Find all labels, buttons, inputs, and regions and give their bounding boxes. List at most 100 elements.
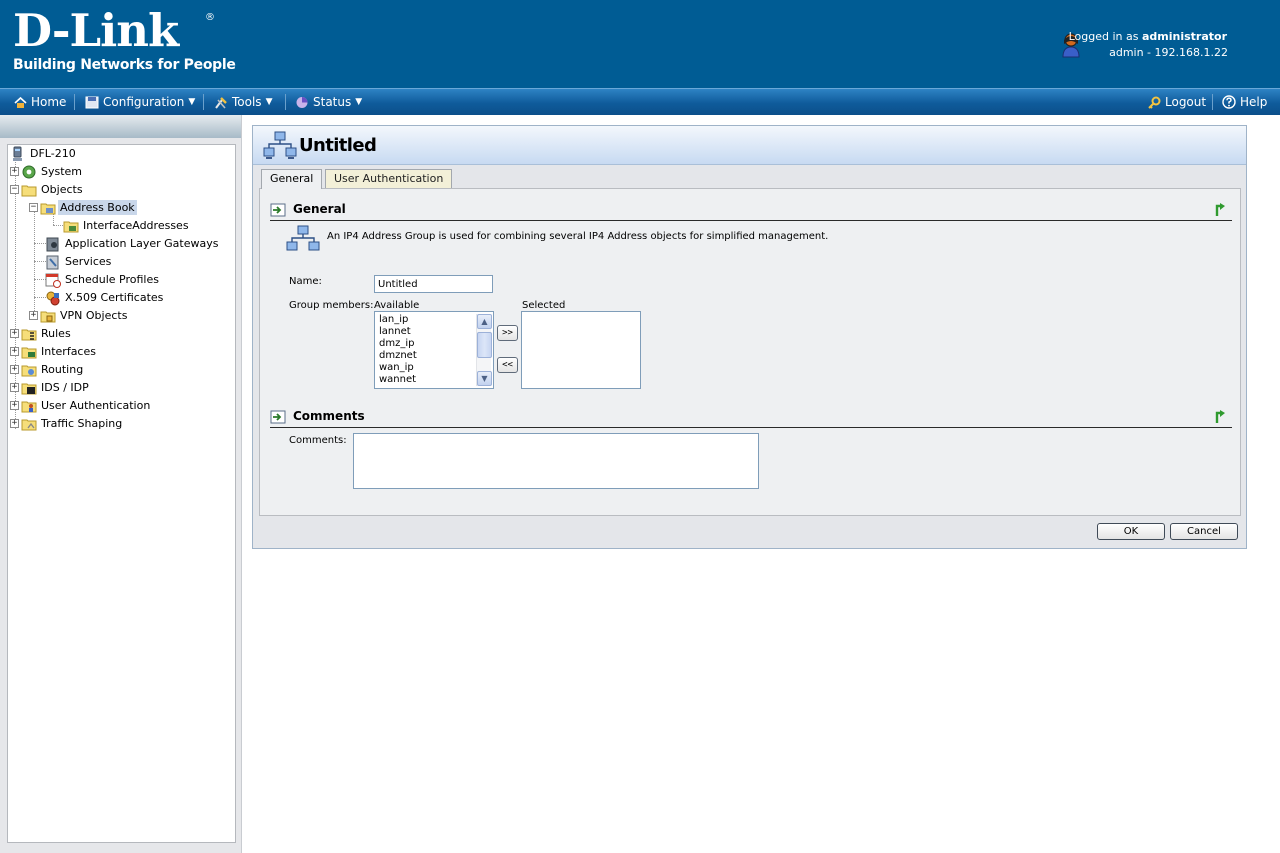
chevron-down-icon: ▼ bbox=[355, 97, 363, 107]
tree-item-ids-idp[interactable]: + IDS / IDP bbox=[10, 379, 91, 396]
section-arrow-icon bbox=[270, 410, 286, 424]
expand-icon[interactable]: + bbox=[10, 329, 19, 338]
dlink-logo: D-Link bbox=[13, 4, 179, 57]
section-description: An IP4 Address Group is used for combini… bbox=[327, 231, 829, 242]
selected-members-list[interactable] bbox=[521, 311, 641, 389]
interfaces-folder-icon bbox=[21, 347, 37, 358]
tree-item-schedule-profiles[interactable]: Schedule Profiles bbox=[45, 271, 161, 288]
nav-help[interactable]: Help bbox=[1222, 89, 1267, 115]
expand-icon[interactable]: + bbox=[10, 419, 19, 428]
address-folder-icon bbox=[63, 221, 79, 232]
available-label: Available bbox=[374, 300, 420, 311]
tree-item-alg[interactable]: Application Layer Gateways bbox=[45, 235, 220, 252]
tree-connector bbox=[53, 225, 63, 226]
address-group-icon bbox=[286, 225, 320, 251]
traffic-folder-icon bbox=[21, 419, 37, 430]
tree-item-user-authentication[interactable]: + User Authentication bbox=[10, 397, 152, 414]
page-title: Untitled bbox=[299, 135, 377, 156]
address-book-folder-icon bbox=[40, 203, 56, 214]
collapse-icon[interactable]: − bbox=[29, 203, 38, 212]
cancel-button[interactable]: Cancel bbox=[1170, 523, 1238, 540]
tree-root-dfl-210[interactable]: DFL-210 bbox=[10, 145, 78, 162]
available-members-list[interactable]: lan_ip lannet dmz_ip dmznet wan_ip wanne… bbox=[374, 311, 494, 389]
list-option[interactable]: lan_ip bbox=[379, 314, 408, 326]
tree-item-routing[interactable]: + Routing bbox=[10, 361, 85, 378]
nav-home[interactable]: Home bbox=[14, 89, 66, 115]
tools-icon bbox=[215, 96, 227, 109]
expand-icon[interactable]: + bbox=[29, 311, 38, 320]
tree-item-certificates[interactable]: X.509 Certificates bbox=[45, 289, 165, 306]
edit-panel: Untitled General User Authentication Gen… bbox=[252, 125, 1247, 549]
logged-in-prefix: Logged in as bbox=[1068, 30, 1139, 43]
tree-item-services[interactable]: Services bbox=[45, 253, 113, 270]
tree-item-interface-addresses[interactable]: InterfaceAddresses bbox=[63, 217, 191, 234]
address-group-icon bbox=[263, 131, 297, 159]
remove-member-button[interactable]: << bbox=[497, 357, 518, 373]
nav-tools[interactable]: Tools ▼ bbox=[214, 89, 272, 115]
tree-label: Rules bbox=[41, 327, 71, 340]
services-icon bbox=[46, 255, 59, 269]
tab-content: General An IP4 Address Group is used for… bbox=[259, 188, 1241, 516]
tree-item-address-book[interactable]: − Address Book bbox=[29, 199, 137, 216]
gateway-icon bbox=[46, 237, 59, 251]
certificate-icon bbox=[46, 291, 60, 305]
logo-tagline: Building Networks for People bbox=[13, 57, 236, 73]
list-option[interactable]: lannet bbox=[379, 326, 411, 338]
section-general-title: General bbox=[293, 202, 346, 216]
vpn-folder-icon bbox=[40, 311, 56, 322]
nav-separator bbox=[285, 94, 286, 110]
tree-item-objects[interactable]: − Objects bbox=[10, 181, 85, 198]
nav-configuration[interactable]: Configuration ▼ bbox=[85, 89, 195, 115]
list-option[interactable]: wannet bbox=[379, 374, 416, 386]
list-option[interactable]: wan_ip bbox=[379, 362, 414, 374]
expand-icon[interactable]: + bbox=[10, 167, 19, 176]
tree-item-rules[interactable]: + Rules bbox=[10, 325, 73, 342]
tab-general[interactable]: General bbox=[261, 169, 323, 189]
name-label: Name: bbox=[289, 276, 322, 287]
scroll-down-icon[interactable]: ▼ bbox=[477, 371, 492, 386]
floppy-disk-icon bbox=[85, 96, 99, 108]
name-field[interactable] bbox=[374, 275, 493, 293]
chevron-down-icon: ▼ bbox=[188, 97, 196, 107]
scroll-up-icon[interactable]: ▲ bbox=[477, 314, 492, 329]
group-members-label: Group members: bbox=[289, 300, 374, 311]
tree-label: User Authentication bbox=[41, 399, 151, 412]
selected-label: Selected bbox=[522, 300, 566, 311]
nav-separator bbox=[1212, 94, 1213, 110]
tree-item-interfaces[interactable]: + Interfaces bbox=[10, 343, 98, 360]
nav-tools-label: Tools bbox=[232, 95, 262, 109]
tab-user-authentication[interactable]: User Authentication bbox=[325, 169, 453, 188]
list-option[interactable]: dmznet bbox=[379, 350, 417, 362]
nav-status[interactable]: Status ▼ bbox=[295, 89, 362, 115]
section-comments-title: Comments bbox=[293, 409, 365, 423]
home-icon bbox=[14, 96, 27, 108]
chevron-down-icon: ▼ bbox=[265, 97, 273, 107]
tree-label: Address Book bbox=[58, 200, 137, 215]
tree-label: Routing bbox=[41, 363, 84, 376]
comments-textarea[interactable] bbox=[353, 433, 759, 489]
device-icon bbox=[13, 146, 22, 161]
tree-label: InterfaceAddresses bbox=[83, 219, 189, 232]
tree-item-system[interactable]: + System bbox=[10, 163, 84, 180]
expand-icon[interactable]: + bbox=[10, 347, 19, 356]
panel-header-band bbox=[0, 115, 241, 138]
tree-label: System bbox=[41, 165, 83, 178]
tree-item-traffic-shaping[interactable]: + Traffic Shaping bbox=[10, 415, 124, 432]
nav-logout[interactable]: Logout bbox=[1148, 89, 1206, 115]
collapse-arrow-icon[interactable] bbox=[1214, 202, 1228, 218]
expand-icon[interactable]: + bbox=[10, 365, 19, 374]
expand-icon[interactable]: + bbox=[10, 401, 19, 410]
title-bar: Untitled bbox=[253, 126, 1246, 165]
list-scrollbar[interactable]: ▲ ▼ bbox=[476, 314, 492, 386]
expand-icon[interactable]: + bbox=[10, 383, 19, 392]
ok-button[interactable]: OK bbox=[1097, 523, 1165, 540]
add-member-button[interactable]: >> bbox=[497, 325, 518, 341]
collapse-icon[interactable]: − bbox=[10, 185, 19, 194]
scroll-thumb[interactable] bbox=[477, 332, 492, 358]
session-info: admin - 192.168.1.22 bbox=[1109, 46, 1228, 59]
collapse-arrow-icon[interactable] bbox=[1214, 409, 1228, 425]
section-arrow-icon bbox=[270, 203, 286, 217]
tree-label: IDS / IDP bbox=[41, 381, 89, 394]
list-option[interactable]: dmz_ip bbox=[379, 338, 414, 350]
tree-item-vpn-objects[interactable]: + VPN Objects bbox=[29, 307, 129, 324]
